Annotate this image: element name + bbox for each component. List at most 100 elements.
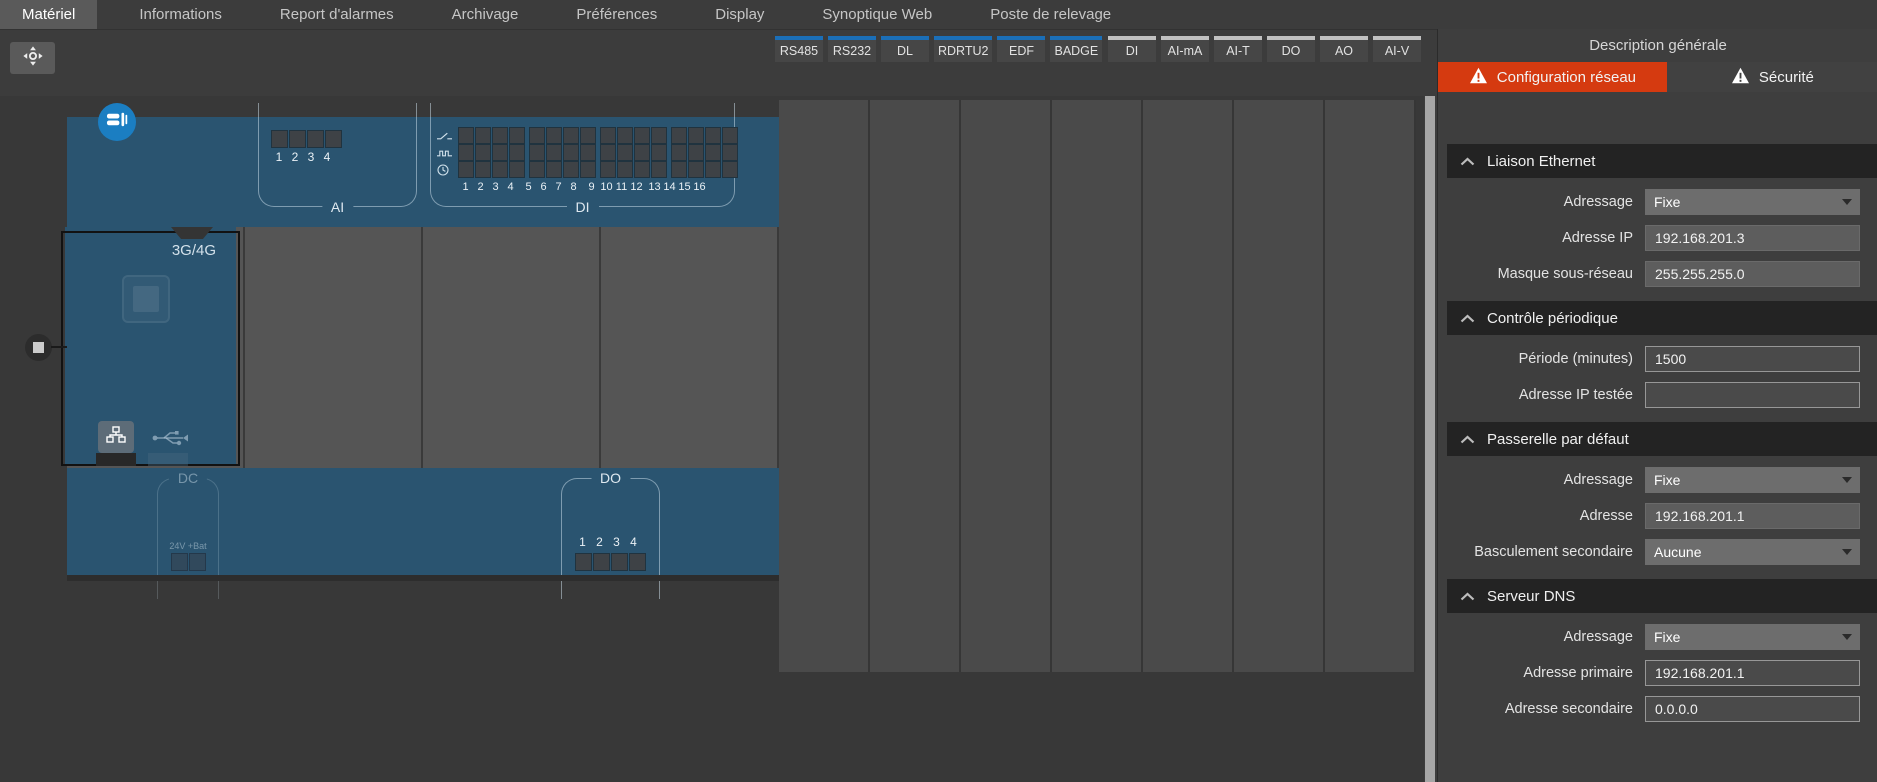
ai-terminal-1[interactable]: [271, 130, 288, 148]
di-cell-r1-c14[interactable]: [688, 127, 704, 144]
di-cell-r2-c1[interactable]: [458, 144, 474, 161]
hardware-canvas[interactable]: 1234 AI 12345678910111213141516 DI 3G/4G: [0, 96, 1424, 782]
di-cell-r2-c7[interactable]: [563, 144, 579, 161]
di-cell-r1-c3[interactable]: [492, 127, 508, 144]
ai-terminal-2[interactable]: [289, 130, 306, 148]
ethernet-port-button[interactable]: [98, 421, 134, 453]
empty-slot-columns[interactable]: [779, 100, 1416, 672]
di-cell-r2-c14[interactable]: [688, 144, 704, 161]
scrollbar-thumb[interactable]: [1425, 96, 1435, 782]
menu-tab-archivage[interactable]: Archivage: [430, 0, 541, 29]
section-header-passerelle-par-defaut[interactable]: Passerelle par défaut: [1447, 422, 1877, 456]
module-tab-do[interactable]: DO: [1267, 36, 1315, 62]
di-cell-r1-c16[interactable]: [722, 127, 738, 144]
module-tab-rdrtu2[interactable]: RDRTU2: [934, 36, 992, 62]
section-header-liaison-ethernet[interactable]: Liaison Ethernet: [1447, 144, 1877, 178]
di-cell-r1-c7[interactable]: [563, 127, 579, 144]
select-adressage[interactable]: Fixe: [1645, 189, 1860, 215]
di-cell-r3-c10[interactable]: [617, 161, 633, 178]
di-cell-r3-c11[interactable]: [634, 161, 650, 178]
di-cell-r2-c9[interactable]: [600, 144, 616, 161]
do-terminal-1[interactable]: [575, 553, 592, 571]
di-cell-r2-c2[interactable]: [475, 144, 491, 161]
di-cell-r1-c15[interactable]: [705, 127, 721, 144]
modem-module-3g4g[interactable]: 3G/4G: [65, 227, 236, 466]
section-header-controle-periodique[interactable]: Contrôle périodique: [1447, 301, 1877, 335]
module-tab-ai-ma[interactable]: AI-mA: [1161, 36, 1209, 62]
di-cell-r1-c2[interactable]: [475, 127, 491, 144]
di-cell-r3-c9[interactable]: [600, 161, 616, 178]
di-cell-r1-c9[interactable]: [600, 127, 616, 144]
di-cell-r2-c3[interactable]: [492, 144, 508, 161]
di-cell-r2-c6[interactable]: [546, 144, 562, 161]
menu-tab-informations[interactable]: Informations: [117, 0, 244, 29]
select-adressage[interactable]: Fixe: [1645, 624, 1860, 650]
input-masque-sous-reseau[interactable]: [1645, 261, 1860, 287]
di-cell-r3-c12[interactable]: [651, 161, 667, 178]
menu-tab-synoptique-web[interactable]: Synoptique Web: [800, 0, 954, 29]
do-terminal-3[interactable]: [611, 553, 628, 571]
rack-row-bottom[interactable]: DC 24V +Bat DO 1234: [67, 468, 779, 575]
di-cell-r1-c13[interactable]: [671, 127, 687, 144]
di-cell-r1-c4[interactable]: [509, 127, 525, 144]
input-adresse[interactable]: [1645, 503, 1860, 529]
di-channel-grid[interactable]: [458, 127, 739, 178]
module-tab-edf[interactable]: EDF: [997, 36, 1045, 62]
di-cell-r2-c13[interactable]: [671, 144, 687, 161]
ai-terminal-4[interactable]: [325, 130, 342, 148]
di-cell-r1-c12[interactable]: [651, 127, 667, 144]
menu-tab-display[interactable]: Display: [693, 0, 786, 29]
di-cell-r3-c2[interactable]: [475, 161, 491, 178]
di-cell-r3-c16[interactable]: [722, 161, 738, 178]
di-cell-r1-c6[interactable]: [546, 127, 562, 144]
di-cell-r3-c1[interactable]: [458, 161, 474, 178]
di-cell-r3-c6[interactable]: [546, 161, 562, 178]
ai-terminal-3[interactable]: [307, 130, 324, 148]
module-tab-ai-v[interactable]: AI-V: [1373, 36, 1421, 62]
module-tab-rs485[interactable]: RS485: [775, 36, 823, 62]
pan-tool-button[interactable]: [10, 42, 55, 74]
input-adresse-primaire[interactable]: [1645, 660, 1860, 686]
di-cell-r2-c4[interactable]: [509, 144, 525, 161]
module-tab-badge[interactable]: BADGE: [1050, 36, 1102, 62]
menu-tab-report-d-alarmes[interactable]: Report d'alarmes: [258, 0, 416, 29]
usb-icon[interactable]: [151, 429, 191, 447]
section-header-serveur-dns[interactable]: Serveur DNS: [1447, 579, 1877, 613]
di-cell-r3-c8[interactable]: [580, 161, 596, 178]
di-cell-r1-c10[interactable]: [617, 127, 633, 144]
input-adresse-secondaire[interactable]: [1645, 696, 1860, 722]
module-tab-di[interactable]: DI: [1108, 36, 1156, 62]
io-connection-node[interactable]: [25, 334, 52, 361]
module-tab-ai-t[interactable]: AI-T: [1214, 36, 1262, 62]
tab-configuration-reseau[interactable]: Configuration réseau: [1438, 62, 1667, 92]
module-tab-rs232[interactable]: RS232: [828, 36, 876, 62]
input-adresse-ip-testee[interactable]: [1645, 382, 1860, 408]
module-tab-dl[interactable]: DL: [881, 36, 929, 62]
vertical-scrollbar[interactable]: [1424, 96, 1436, 782]
di-cell-r3-c13[interactable]: [671, 161, 687, 178]
di-cell-r2-c16[interactable]: [722, 144, 738, 161]
di-cell-r1-c8[interactable]: [580, 127, 596, 144]
di-cell-r2-c8[interactable]: [580, 144, 596, 161]
select-adressage[interactable]: Fixe: [1645, 467, 1860, 493]
di-cell-r1-c11[interactable]: [634, 127, 650, 144]
menu-tab-poste-de-relevage[interactable]: Poste de relevage: [968, 0, 1133, 29]
select-basculement-secondaire[interactable]: Aucune: [1645, 539, 1860, 565]
controller-badge[interactable]: [98, 103, 136, 141]
di-cell-r1-c5[interactable]: [529, 127, 545, 144]
di-cell-r3-c7[interactable]: [563, 161, 579, 178]
di-cell-r3-c15[interactable]: [705, 161, 721, 178]
di-cell-r2-c15[interactable]: [705, 144, 721, 161]
input-periode-minutes[interactable]: [1645, 346, 1860, 372]
do-terminal-2[interactable]: [593, 553, 610, 571]
menu-tab-preferences[interactable]: Préférences: [554, 0, 679, 29]
di-cell-r2-c12[interactable]: [651, 144, 667, 161]
di-cell-r2-c5[interactable]: [529, 144, 545, 161]
rack-row-top[interactable]: 1234 AI 12345678910111213141516 DI: [67, 117, 779, 227]
di-cell-r2-c11[interactable]: [634, 144, 650, 161]
di-cell-r2-c10[interactable]: [617, 144, 633, 161]
di-cell-r3-c3[interactable]: [492, 161, 508, 178]
input-adresse-ip[interactable]: [1645, 225, 1860, 251]
di-cell-r3-c5[interactable]: [529, 161, 545, 178]
di-cell-r1-c1[interactable]: [458, 127, 474, 144]
